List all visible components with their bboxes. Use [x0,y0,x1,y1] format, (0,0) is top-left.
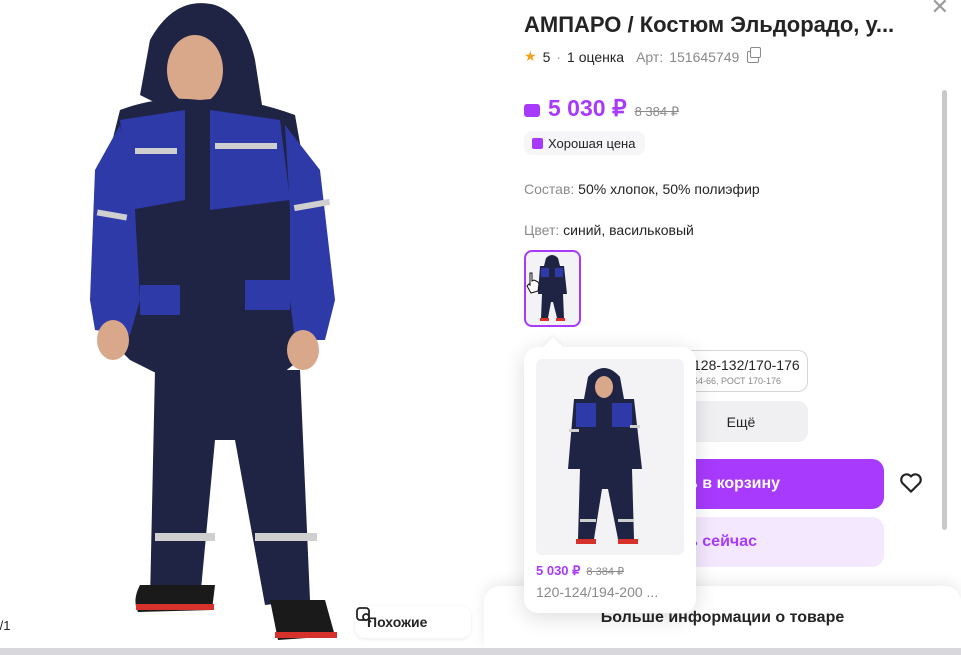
bottom-strip [0,648,961,655]
similar-label: Похожие [367,614,428,630]
thumb-up-icon [532,137,543,149]
composition: Состав: 50% хлопок, 50% полиэфир [524,181,760,197]
close-icon[interactable]: ✕ [931,0,949,20]
star-icon: ★ [524,48,537,64]
size-main: 128-132/170-176 [693,357,800,373]
add-to-cart-button[interactable]: ь в корзину [674,459,884,509]
color-label: Цвет: [524,222,560,238]
product-meta: ★ 5 · 1 оценка Арт: 151645749 [524,46,762,65]
preview-price: 5 030 ₽ [536,563,581,578]
product-photo [90,3,337,640]
product-page: /1 Похожие ✕ АМПАРО / Костюм Эльдорадо, … [0,0,961,655]
price: 5 030 ₽ [548,95,627,121]
size-sub: 64-66, РОСТ 170-176 [693,376,782,386]
buy-now-button[interactable]: ь сейчас [674,517,884,567]
color: Цвет: синий, васильковый [524,222,694,238]
similar-button[interactable]: Похожие [355,606,471,638]
variant-preview-image [536,359,684,555]
product-title: АМПАРО / Костюм Эльдорадо, у... [524,12,895,37]
wallet-icon [524,104,540,117]
separator-dot: · [556,48,562,65]
variant-preview-card: 5 030 ₽ 8 384 ₽ 120-124/194-200 ... [524,347,696,613]
composition-label: Состав: [524,181,575,197]
product-gallery[interactable]: /1 Похожие [0,0,484,655]
preview-old-price: 8 384 ₽ [586,566,625,578]
heart-icon[interactable] [898,470,924,496]
article-label: Арт: [636,48,664,65]
price-row: 5 030 ₽ 8 384 ₽ [524,95,679,122]
copy-icon[interactable] [747,46,762,63]
rating-value: 5 [542,48,551,65]
good-price-badge: Хорошая цена [524,131,646,155]
preview-photo [568,368,642,544]
cursor-hand-icon [526,272,540,294]
scrollbar[interactable] [942,90,947,530]
composition-value: 50% хлопок, 50% полиэфир [578,181,760,197]
article-number: 151645749 [669,48,740,65]
reviews-count[interactable]: 1 оценка [567,49,624,65]
search-similar-icon [356,607,372,623]
old-price: 8 384 ₽ [634,104,680,119]
preview-sizes: 120-124/194-200 ... [536,584,659,600]
color-value: синий, васильковый [563,222,694,238]
good-price-label: Хорошая цена [548,135,636,151]
preview-price-row: 5 030 ₽ 8 384 ₽ [536,563,624,579]
